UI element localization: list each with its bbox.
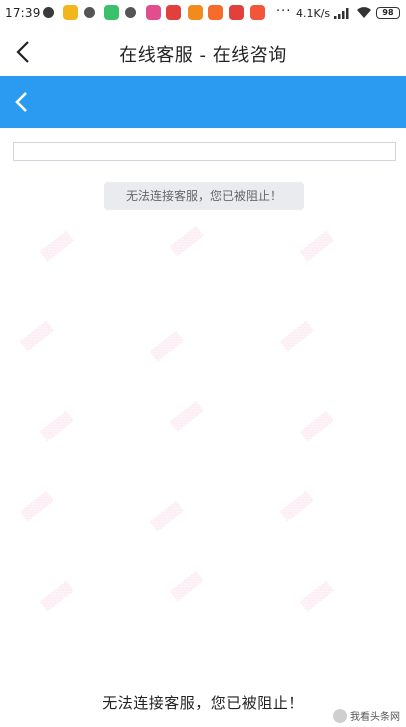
watermark-mark: ▓▓▓▓ xyxy=(299,410,335,443)
app-icon-pink xyxy=(146,5,161,20)
watermark-mark: ▓▓▓▓ xyxy=(299,580,335,613)
watermark-mark: ▓▓▓▓ xyxy=(19,320,55,353)
title-bar: 在线客服 - 在线咨询 xyxy=(0,28,406,76)
battery-icon: 98 xyxy=(376,7,400,19)
chat-input-field[interactable] xyxy=(13,142,396,161)
watermark-mark: ▓▓▓▓ xyxy=(169,225,205,258)
brand-label: 我看头条网 xyxy=(350,712,400,723)
more-notifications-indicator: ··· xyxy=(276,4,292,19)
watermark-mark: ▓▓▓▓ xyxy=(169,570,205,603)
chat-icon xyxy=(84,7,95,18)
wifi-icon xyxy=(357,7,371,18)
chevron-left-icon[interactable] xyxy=(12,90,32,114)
network-speed: 4.1K/s xyxy=(296,7,331,20)
app-icon-red xyxy=(166,5,181,20)
watermark-mark: ▓▓▓▓ xyxy=(149,330,185,363)
taobao-icon xyxy=(208,5,223,20)
chat-header xyxy=(0,76,406,128)
blocked-toast: 无法连接客服，您已被阻止！ xyxy=(104,182,304,210)
watermark-mark: ▓▓▓▓ xyxy=(19,490,55,523)
cloud-icon xyxy=(125,7,136,18)
watermark-mark: ▓▓▓▓ xyxy=(299,230,335,263)
signal-icon xyxy=(334,8,349,19)
watermark-mark: ▓▓▓▓ xyxy=(39,580,75,613)
app-icon-green xyxy=(104,5,119,20)
watermark-mark: ▓▓▓▓ xyxy=(279,320,315,353)
shield-icon xyxy=(43,7,54,18)
app-icon-red2 xyxy=(229,5,244,20)
app-icon-orange xyxy=(188,5,203,20)
caption-bar: 无法连接客服，您已被阻止！ 我看头条网 xyxy=(0,684,406,727)
watermark-mark: ▓▓▓▓ xyxy=(39,230,75,263)
watermark-mark: ▓▓▓▓ xyxy=(169,400,205,433)
watermark-mark: ▓▓▓▓ xyxy=(149,500,185,533)
page-title: 在线客服 - 在线咨询 xyxy=(119,45,287,66)
watermark-mark: ▓▓▓▓ xyxy=(279,490,315,523)
brand-logo-icon xyxy=(333,708,347,723)
watermark-mark: ▓▓▓▓ xyxy=(39,410,75,443)
status-time: 17:39 xyxy=(5,6,41,20)
app-icon-listen xyxy=(250,5,265,20)
brand-mark: 我看头条网 xyxy=(333,708,400,723)
status-bar: 17:39 ··· 4.1K/s 98 xyxy=(0,0,406,28)
app-icon-yellow xyxy=(63,5,78,20)
